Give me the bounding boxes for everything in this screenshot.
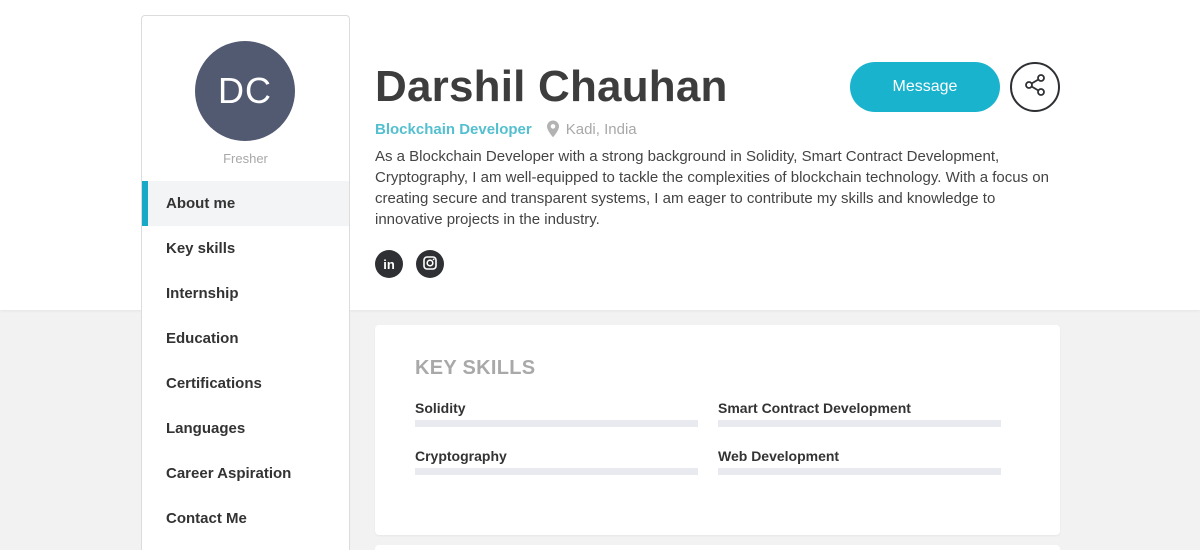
linkedin-button[interactable]: in bbox=[375, 250, 403, 278]
profile-name: Darshil Chauhan bbox=[375, 62, 728, 111]
role-line: Blockchain Developer Kadi, India bbox=[375, 120, 637, 138]
skill-bar bbox=[415, 468, 698, 475]
share-icon bbox=[1023, 73, 1047, 102]
skill-name: Solidity bbox=[415, 400, 466, 416]
social-links: in bbox=[375, 250, 444, 278]
sidebar-item-label: Internship bbox=[166, 285, 239, 302]
skill-item: Cryptography bbox=[415, 448, 698, 475]
linkedin-icon: in bbox=[383, 256, 395, 272]
skill-name: Web Development bbox=[718, 448, 840, 464]
key-skills-heading: KEY SKILLS bbox=[415, 357, 536, 379]
share-button[interactable] bbox=[1010, 62, 1060, 112]
experience-status: Fresher bbox=[223, 151, 268, 166]
sidebar-item-key-skills[interactable]: Key skills bbox=[142, 226, 349, 271]
skill-bar bbox=[718, 420, 1001, 427]
avatar: DC bbox=[195, 41, 295, 141]
skill-bar bbox=[415, 420, 698, 427]
sidebar-item-label: Career Aspiration bbox=[166, 465, 292, 482]
sidebar-item-label: Languages bbox=[166, 420, 246, 437]
skill-item: Smart Contract Development bbox=[718, 400, 1001, 427]
sidebar-item-career-aspiration[interactable]: Career Aspiration bbox=[142, 451, 349, 496]
location-pin-icon bbox=[546, 120, 560, 138]
next-section-card bbox=[375, 545, 1060, 550]
message-button-label: Message bbox=[892, 78, 958, 95]
sidebar-item-about-me[interactable]: About me bbox=[142, 181, 349, 226]
job-title: Blockchain Developer bbox=[375, 120, 532, 138]
profile-bio: As a Blockchain Developer with a strong … bbox=[375, 148, 1049, 228]
skill-name: Smart Contract Development bbox=[718, 400, 911, 416]
profile-sidebar: DC Fresher About me Key skills Internshi… bbox=[141, 15, 350, 550]
key-skills-card: KEY SKILLS Solidity Smart Contract Devel… bbox=[375, 325, 1060, 535]
skill-item: Web Development bbox=[718, 448, 1001, 475]
sidebar-item-label: Key skills bbox=[166, 240, 236, 257]
instagram-button[interactable] bbox=[416, 250, 444, 278]
profile-page: DC Fresher About me Key skills Internshi… bbox=[0, 0, 1200, 550]
instagram-icon bbox=[423, 255, 437, 273]
message-button[interactable]: Message bbox=[850, 62, 1000, 112]
sidebar-item-label: Contact Me bbox=[166, 510, 247, 527]
sidebar-item-certifications[interactable]: Certifications bbox=[142, 361, 349, 406]
sidebar-nav: About me Key skills Internship Education… bbox=[142, 181, 349, 541]
sidebar-item-languages[interactable]: Languages bbox=[142, 406, 349, 451]
skill-name: Cryptography bbox=[415, 448, 507, 464]
skill-item: Solidity bbox=[415, 400, 698, 427]
sidebar-item-label: Certifications bbox=[166, 375, 262, 392]
avatar-initials: DC bbox=[218, 70, 272, 111]
skill-bar bbox=[718, 468, 1001, 475]
sidebar-item-education[interactable]: Education bbox=[142, 316, 349, 361]
sidebar-item-label: Education bbox=[166, 330, 239, 347]
sidebar-item-label: About me bbox=[166, 195, 236, 212]
sidebar-item-contact-me[interactable]: Contact Me bbox=[142, 496, 349, 541]
sidebar-item-internship[interactable]: Internship bbox=[142, 271, 349, 316]
location-text: Kadi, India bbox=[565, 120, 637, 138]
